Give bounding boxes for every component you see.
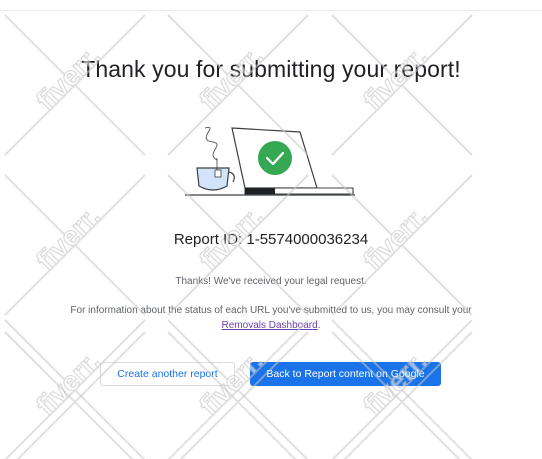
check-circle-icon [258,141,292,175]
status-info-text: For information about the status of each… [70,305,472,316]
watermark-text: fiverr. [30,345,106,421]
top-divider [0,10,542,11]
status-info: For information about the status of each… [0,303,542,333]
success-illustration [185,126,355,196]
watermark-tile [167,331,309,459]
watermark-tile: fiverr. [167,319,309,459]
confirmation-message: Thanks! We've received your legal reques… [175,276,367,287]
report-id: Report ID: 1-5574000036234 [173,231,369,248]
back-to-report-button[interactable]: Back to Report content on Google [250,362,441,386]
status-info-suffix: . [317,320,321,331]
laptop-icon [231,127,354,195]
page-title: Thank you for submitting your report! [81,56,461,82]
watermark-tile [4,331,146,459]
watermark-tile [331,331,473,459]
tea-cup-icon [196,126,235,191]
watermark-tile: fiverr. [4,319,146,459]
removals-dashboard-link[interactable]: Removals Dashboard [222,320,318,331]
watermark-tile: fiverr. [4,14,146,156]
watermark-tile: fiverr. [331,319,473,459]
create-another-report-button[interactable]: Create another report [100,362,235,386]
